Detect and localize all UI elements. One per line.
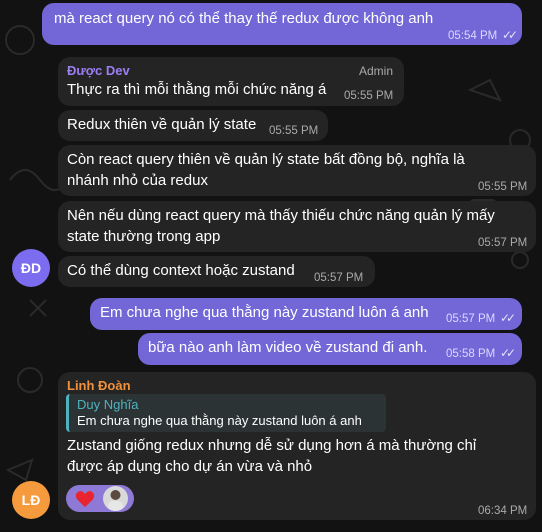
reply-preview[interactable]: Duy Nghĩa Em chưa nghe qua thằng này zus…	[66, 394, 386, 432]
reaction-pill[interactable]	[66, 485, 134, 512]
message-time: 05:55 PM	[478, 181, 528, 193]
message-time: 05:58 PM	[446, 348, 496, 360]
read-check-icon: ✓✓	[500, 311, 516, 325]
message-text: Thực ra thì mỗi thằng mỗi chức năng á	[67, 81, 327, 98]
message-time: 05:57 PM	[478, 237, 528, 249]
message-text-line2: được áp dụng cho dự án vừa và nhỏ	[67, 458, 313, 475]
read-check-icon: ✓✓	[500, 346, 516, 360]
message-time: 05:55 PM	[269, 125, 319, 137]
message-outgoing[interactable]: mà react query nó có thể thay thế redux …	[42, 3, 522, 45]
message-incoming[interactable]: Redux thiên về quản lý state 05:55 PM	[58, 110, 328, 141]
message-text: Redux thiên về quản lý state	[67, 116, 257, 133]
avatar[interactable]: ĐD	[12, 249, 50, 287]
message-incoming[interactable]: Có thể dùng context hoặc zustand 05:57 P…	[58, 256, 375, 287]
reply-sender-name: Duy Nghĩa	[77, 397, 139, 412]
message-text: bữa nào anh làm video về zustand đi anh.	[148, 339, 428, 356]
message-incoming[interactable]: Được Dev Admin Thực ra thì mỗi thằng mỗi…	[58, 57, 404, 106]
message-time: 05:57 PM	[446, 313, 496, 325]
message-incoming[interactable]: Còn react query thiên về quản lý state b…	[58, 145, 536, 196]
message-incoming[interactable]: Linh Đoàn Duy Nghĩa Em chưa nghe qua thằ…	[58, 372, 536, 520]
heart-icon	[75, 491, 95, 508]
reply-text: Em chưa nghe qua thằng này zustand luôn …	[77, 413, 362, 428]
message-text-line1: Zustand giống redux nhưng dễ sử dụng hơn…	[67, 437, 477, 454]
avatar-initials: LĐ	[21, 492, 41, 508]
message-text: Em chưa nghe qua thằng này zustand luôn …	[100, 304, 429, 321]
read-check-icon: ✓✓	[502, 28, 518, 42]
message-time: 05:55 PM	[344, 90, 394, 102]
reactor-avatar	[103, 486, 128, 511]
message-text-line2: nhánh nhỏ của redux	[67, 172, 208, 189]
message-text: Có thể dùng context hoặc zustand	[67, 262, 295, 279]
admin-badge: Admin	[359, 64, 394, 78]
message-time: 05:57 PM	[314, 272, 364, 284]
message-text-line1: Còn react query thiên về quản lý state b…	[67, 151, 465, 168]
message-text-line2: state thường trong app	[67, 228, 221, 245]
sender-name[interactable]: Linh Đoàn	[67, 378, 131, 393]
avatar[interactable]: LĐ	[12, 481, 50, 519]
sender-name[interactable]: Được Dev	[67, 63, 130, 78]
user-icon	[108, 490, 123, 511]
message-outgoing[interactable]: bữa nào anh làm video về zustand đi anh.…	[138, 333, 522, 365]
message-time: 05:54 PM	[448, 30, 498, 42]
message-time: 06:34 PM	[478, 505, 528, 517]
message-outgoing[interactable]: Em chưa nghe qua thằng này zustand luôn …	[90, 298, 522, 330]
message-text: mà react query nó có thể thay thế redux …	[54, 10, 434, 27]
message-incoming[interactable]: Nên nếu dùng react query mà thấy thiếu c…	[58, 201, 536, 252]
avatar-initials: ĐD	[20, 260, 42, 276]
message-text-line1: Nên nếu dùng react query mà thấy thiếu c…	[67, 207, 495, 224]
